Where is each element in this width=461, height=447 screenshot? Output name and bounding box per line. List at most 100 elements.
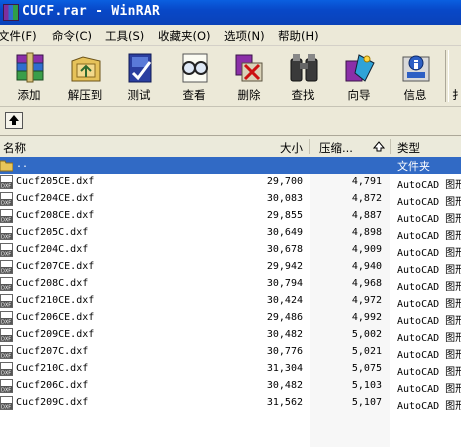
svg-text:DXF: DXF [1, 218, 11, 224]
test-label: 测试 [127, 88, 151, 102]
file-type: AutoCAD 图形 [397, 180, 461, 191]
column-packed[interactable]: 压缩... [319, 140, 353, 156]
window-title: CUCF.rar - WinRAR [22, 4, 161, 19]
column-divider[interactable] [309, 139, 310, 154]
dxf-file-icon: DXF [0, 294, 13, 309]
toolbar: 添加 解压到 测试 查看 删除 查找 向导 信息 扌 [0, 46, 461, 107]
delete-label: 删除 [237, 88, 261, 102]
file-row[interactable]: DXF Cucf209C.dxf 31,562 5,107 AutoCAD 图形 [0, 395, 461, 412]
wizard-icon [345, 54, 375, 82]
file-size: 30,794 [266, 278, 303, 289]
dxf-file-icon: DXF [0, 345, 13, 360]
add-archive-icon [16, 52, 44, 83]
svg-text:DXF: DXF [1, 252, 11, 258]
extract-to-label: 解压到 [67, 88, 103, 102]
delete-icon [235, 54, 263, 82]
file-type: AutoCAD 图形 [397, 248, 461, 259]
column-size[interactable]: 大小 [280, 140, 303, 156]
svg-text:DXF: DXF [1, 286, 11, 292]
info-icon [402, 55, 430, 82]
file-size: 29,942 [266, 261, 303, 272]
dxf-file-icon: DXF [0, 328, 13, 343]
file-packed-size: 4,992 [351, 312, 382, 323]
svg-text:DXF: DXF [1, 184, 11, 190]
file-row[interactable]: DXF Cucf208C.dxf 30,794 4,968 AutoCAD 图形 [0, 276, 461, 293]
view-button[interactable]: 查看 [167, 49, 221, 103]
sort-arrow-icon [373, 141, 385, 152]
file-type: AutoCAD 图形 [397, 197, 461, 208]
menu-commands[interactable]: 命令(C) [52, 28, 92, 44]
file-name: Cucf207CE.dxf [16, 261, 95, 272]
partial-tool-label[interactable]: 扌 [452, 87, 461, 103]
menu-favorites[interactable]: 收藏夹(O) [158, 28, 211, 44]
svg-text:DXF: DXF [1, 201, 11, 207]
info-button[interactable]: 信息 [388, 49, 442, 103]
svg-text:DXF: DXF [1, 405, 11, 411]
file-size: 30,083 [266, 193, 303, 204]
menu-file[interactable]: 文件(F) [0, 28, 37, 44]
winrar-app-icon[interactable] [3, 4, 19, 21]
file-row[interactable]: DXF Cucf209CE.dxf 30,482 5,002 AutoCAD 图形 [0, 327, 461, 344]
file-name: Cucf206C.dxf [16, 380, 89, 391]
file-size: 31,304 [266, 363, 303, 374]
file-size: 30,482 [266, 329, 303, 340]
file-type: AutoCAD 图形 [397, 214, 461, 225]
delete-button[interactable]: 删除 [222, 49, 276, 103]
file-packed-size: 4,898 [351, 227, 382, 238]
file-name: Cucf210C.dxf [16, 363, 89, 374]
parent-folder-row[interactable]: .. 文件夹 [0, 157, 461, 174]
file-packed-size: 5,021 [351, 346, 382, 357]
info-label: 信息 [403, 88, 427, 102]
test-button[interactable]: 测试 [112, 49, 166, 103]
menu-help[interactable]: 帮助(H) [278, 28, 319, 44]
file-size: 30,649 [266, 227, 303, 238]
file-row[interactable]: DXF Cucf207C.dxf 30,776 5,021 AutoCAD 图形 [0, 344, 461, 361]
file-type: AutoCAD 图形 [397, 265, 461, 276]
file-row[interactable]: DXF Cucf208CE.dxf 29,855 4,887 AutoCAD 图形 [0, 208, 461, 225]
file-row[interactable]: DXF Cucf207CE.dxf 29,942 4,940 AutoCAD 图形 [0, 259, 461, 276]
file-name: Cucf205CE.dxf [16, 176, 95, 187]
find-button[interactable]: 查找 [276, 49, 330, 103]
file-name: Cucf209CE.dxf [16, 329, 95, 340]
file-row[interactable]: DXF Cucf206CE.dxf 29,486 4,992 AutoCAD 图形 [0, 310, 461, 327]
column-name[interactable]: 名称 [3, 140, 26, 156]
svg-text:DXF: DXF [1, 303, 11, 309]
wizard-button[interactable]: 向导 [332, 49, 386, 103]
column-divider[interactable] [390, 139, 391, 154]
file-packed-size: 4,940 [351, 261, 382, 272]
dxf-file-icon: DXF [0, 175, 13, 190]
title-bar[interactable]: CUCF.rar - WinRAR [0, 0, 461, 25]
find-icon [290, 54, 318, 82]
column-type[interactable]: 类型 [397, 140, 420, 156]
file-row[interactable]: DXF Cucf205CE.dxf 29,700 4,791 AutoCAD 图形 [0, 174, 461, 191]
file-row[interactable]: DXF Cucf205C.dxf 30,649 4,898 AutoCAD 图形 [0, 225, 461, 242]
extract-to-button[interactable]: 解压到 [58, 49, 112, 103]
svg-text:DXF: DXF [1, 320, 11, 326]
file-type: 文件夹 [397, 160, 430, 173]
file-type: AutoCAD 图形 [397, 384, 461, 395]
file-type: AutoCAD 图形 [397, 333, 461, 344]
file-row[interactable]: DXF Cucf210C.dxf 31,304 5,075 AutoCAD 图形 [0, 361, 461, 378]
file-size: 30,678 [266, 244, 303, 255]
file-name: Cucf204CE.dxf [16, 193, 95, 204]
up-folder-button[interactable] [5, 112, 23, 129]
dxf-file-icon: DXF [0, 311, 13, 326]
file-row[interactable]: DXF Cucf204C.dxf 30,678 4,909 AutoCAD 图形 [0, 242, 461, 259]
file-packed-size: 4,909 [351, 244, 382, 255]
file-row[interactable]: DXF Cucf210CE.dxf 30,424 4,972 AutoCAD 图形 [0, 293, 461, 310]
file-name: Cucf206CE.dxf [16, 312, 95, 323]
add-button[interactable]: 添加 [2, 49, 56, 103]
file-packed-size: 5,107 [351, 397, 382, 408]
file-size: 29,486 [266, 312, 303, 323]
file-packed-size: 5,075 [351, 363, 382, 374]
file-packed-size: 4,791 [351, 176, 382, 187]
file-name: Cucf209C.dxf [16, 397, 89, 408]
menu-tools[interactable]: 工具(S) [105, 28, 144, 44]
extract-to-icon [71, 56, 101, 82]
menu-options[interactable]: 选项(N) [224, 28, 265, 44]
add-label: 添加 [17, 88, 41, 102]
file-row[interactable]: DXF Cucf206C.dxf 30,482 5,103 AutoCAD 图形 [0, 378, 461, 395]
dxf-file-icon: DXF [0, 396, 13, 411]
file-list[interactable]: .. 文件夹 DXF Cucf205CE.dxf 29,700 4,791 AutoCAD … [0, 157, 461, 447]
file-row[interactable]: DXF Cucf204CE.dxf 30,083 4,872 AutoCAD 图形 [0, 191, 461, 208]
